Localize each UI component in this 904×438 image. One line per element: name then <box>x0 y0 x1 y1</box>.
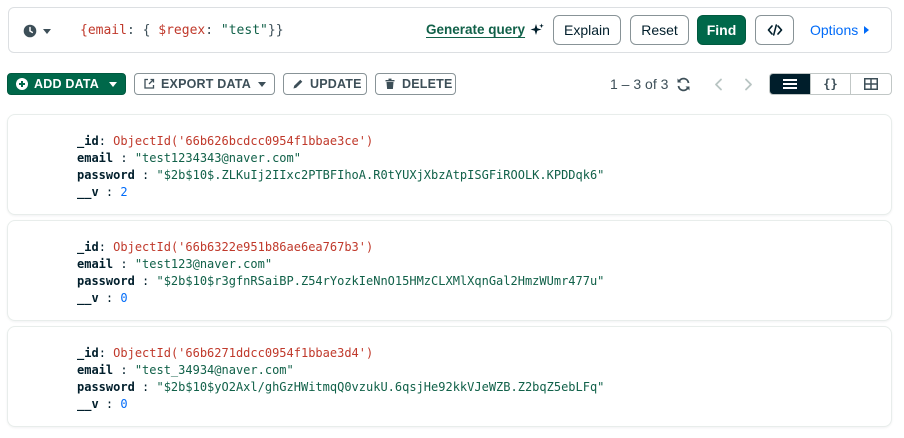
table-view-icon <box>864 78 879 90</box>
list-view-button[interactable] <box>770 74 811 94</box>
options-toggle[interactable]: Options <box>810 22 870 38</box>
document-card[interactable]: _id: ObjectId('66b6322e951b86ae6ea767b3'… <box>7 220 892 321</box>
delete-label: DELETE <box>402 77 453 91</box>
document-card[interactable]: _id: ObjectId('66b626bcdcc0954f1bbae3ce'… <box>7 114 892 215</box>
query-filter-input[interactable]: {email: { $regex: "test"}} <box>80 22 284 40</box>
field-password-row: password : "$2b$10$yO2Axl/ghGzHWitmqQ0vz… <box>77 380 605 394</box>
field-id-row: _id: ObjectId('66b626bcdcc0954f1bbae3ce'… <box>77 134 374 148</box>
field-value: "$2b$10$yO2Axl/ghGzHWitmqQ0vzukU.6qsjHe9… <box>156 380 605 394</box>
field-value: "$2b$10$r3gfnRSaiBP.Z54rYozkIeNnO15HMzCL… <box>156 274 605 288</box>
field-value: ObjectId('66b626bcdcc0954f1bbae3ce') <box>113 134 374 148</box>
pagination-summary: 1 – 3 of 3 <box>610 76 669 92</box>
field-key: password <box>77 274 135 288</box>
field-email-row: email : "test_34934@naver.com" <box>77 363 294 377</box>
export-data-button[interactable]: EXPORT DATA <box>134 73 275 95</box>
add-data-button[interactable]: ADD DATA <box>7 73 126 95</box>
query-history-button[interactable] <box>23 22 51 40</box>
field-value: 2 <box>120 185 128 199</box>
query-bar: {email: { $regex: "test"}} Generate quer… <box>8 7 892 53</box>
generate-query-label: Generate query <box>426 22 526 37</box>
field-key: _id <box>77 240 99 254</box>
field-key: password <box>77 380 135 394</box>
sparkle-icon <box>530 23 544 35</box>
json-view-button[interactable]: {} <box>811 74 852 94</box>
field-key: _id <box>77 346 99 360</box>
chevron-right-icon[interactable] <box>741 77 755 92</box>
document-card[interactable]: _id: ObjectId('66b6271ddcc0954f1bbae3d4'… <box>7 326 892 427</box>
field-key: _id <box>77 134 99 148</box>
add-data-label: ADD DATA <box>34 77 100 91</box>
chevron-down-icon <box>109 81 117 87</box>
query-operator: $regex <box>158 23 206 38</box>
delete-button[interactable]: DELETE <box>375 73 456 95</box>
field-key: __v <box>77 185 99 199</box>
plus-circle-icon <box>16 78 28 90</box>
table-view-button[interactable] <box>851 74 891 94</box>
update-label: UPDATE <box>310 77 362 91</box>
field-value: 0 <box>120 397 128 411</box>
trash-icon <box>385 78 395 89</box>
field-password-row: password : "$2b$10$r3gfnRSaiBP.Z54rYozkI… <box>77 274 605 288</box>
field-value: ObjectId('66b6271ddcc0954f1bbae3d4') <box>113 346 374 360</box>
query-inner-brace: { <box>134 23 159 38</box>
list-view-icon <box>782 79 797 89</box>
field-key: __v <box>77 397 99 411</box>
field-key: password <box>77 168 135 182</box>
json-view-icon: {} <box>823 77 838 91</box>
field-value: "test1234343@naver.com" <box>134 151 301 165</box>
field-v-row: __v : 0 <box>77 291 128 305</box>
field-value: "test123@naver.com" <box>134 257 273 271</box>
field-key: email <box>77 151 114 165</box>
query-colon-2: : <box>205 23 221 38</box>
caret-right-icon <box>864 26 870 34</box>
query-open-brace: { <box>80 23 88 38</box>
field-v-row: __v : 2 <box>77 185 128 199</box>
field-value: "test_34934@naver.com" <box>134 363 294 377</box>
pencil-icon <box>293 79 303 89</box>
query-value: "test" <box>220 23 268 38</box>
clock-icon <box>23 24 37 38</box>
field-key: email <box>77 363 114 377</box>
query-field: email <box>87 23 127 38</box>
find-button[interactable]: Find <box>697 15 746 45</box>
options-label: Options <box>810 22 859 38</box>
field-value: ObjectId('66b6322e951b86ae6ea767b3') <box>113 240 374 254</box>
chevron-down-icon <box>43 28 51 34</box>
refresh-icon[interactable] <box>676 77 691 92</box>
field-key: __v <box>77 291 99 305</box>
reset-button[interactable]: Reset <box>630 15 689 45</box>
field-id-row: _id: ObjectId('66b6271ddcc0954f1bbae3d4'… <box>77 346 374 360</box>
field-email-row: email : "test1234343@naver.com" <box>77 151 301 165</box>
field-password-row: password : "$2b$10$.ZLKuIj2IIxc2PTBFIhoA… <box>77 168 605 182</box>
query-close-braces: }} <box>267 23 284 38</box>
view-toggle: {} <box>769 73 892 95</box>
export-to-language-button[interactable] <box>755 15 794 45</box>
field-id-row: _id: ObjectId('66b6322e951b86ae6ea767b3'… <box>77 240 374 254</box>
chevron-down-icon <box>258 81 266 87</box>
code-icon <box>767 24 782 36</box>
field-email-row: email : "test123@naver.com" <box>77 257 273 271</box>
field-value: "$2b$10$.ZLKuIj2IIxc2PTBFIhoA.R0tYUXjXbz… <box>156 168 605 182</box>
export-icon <box>144 78 155 89</box>
field-key: email <box>77 257 114 271</box>
export-data-label: EXPORT DATA <box>161 77 251 91</box>
update-button[interactable]: UPDATE <box>283 73 367 95</box>
generate-query-link[interactable]: Generate query <box>426 22 544 37</box>
chevron-left-icon[interactable] <box>712 77 726 92</box>
query-colon: : <box>126 23 135 38</box>
field-value: 0 <box>120 291 128 305</box>
field-v-row: __v : 0 <box>77 397 128 411</box>
explain-button[interactable]: Explain <box>553 15 621 45</box>
